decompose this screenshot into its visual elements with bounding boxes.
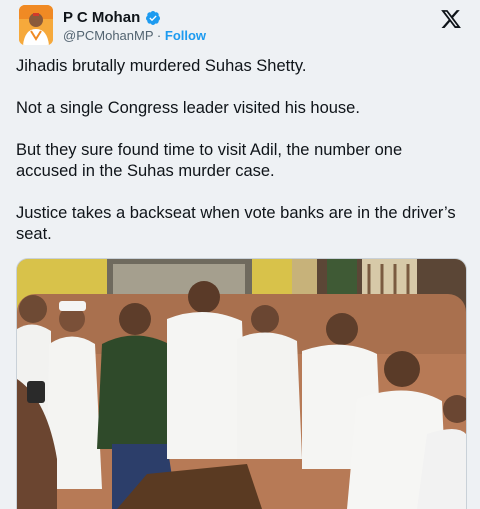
author-avatar[interactable] [19, 5, 53, 45]
tweet-paragraph: But they sure found time to visit Adil, … [16, 141, 403, 180]
tweet-text: Jihadis brutally murdered Suhas Shetty. … [16, 56, 468, 266]
tweet-card: P C Mohan @PCMohanMP · Follow Jihadis br… [0, 0, 480, 509]
tweet-paragraph: Justice takes a backseat when vote banks… [16, 204, 456, 243]
tweet-media-photo[interactable] [16, 258, 467, 509]
tweet-paragraph: Jihadis brutally murdered Suhas Shetty. [16, 57, 307, 75]
avatar-image [19, 5, 53, 45]
verified-badge-icon [146, 11, 161, 25]
author-handle-row: @PCMohanMP · Follow [63, 28, 206, 44]
photo-illustration [17, 259, 466, 509]
x-logo-icon[interactable] [440, 8, 462, 30]
author-handle[interactable]: @PCMohanMP [63, 28, 153, 43]
tweet-paragraph: Not a single Congress leader visited his… [16, 99, 360, 117]
handle-separator: · [156, 28, 162, 43]
follow-button[interactable]: Follow [165, 28, 206, 43]
author-display-name[interactable]: P C Mohan [63, 9, 140, 27]
author-name-row: P C Mohan [63, 9, 161, 27]
